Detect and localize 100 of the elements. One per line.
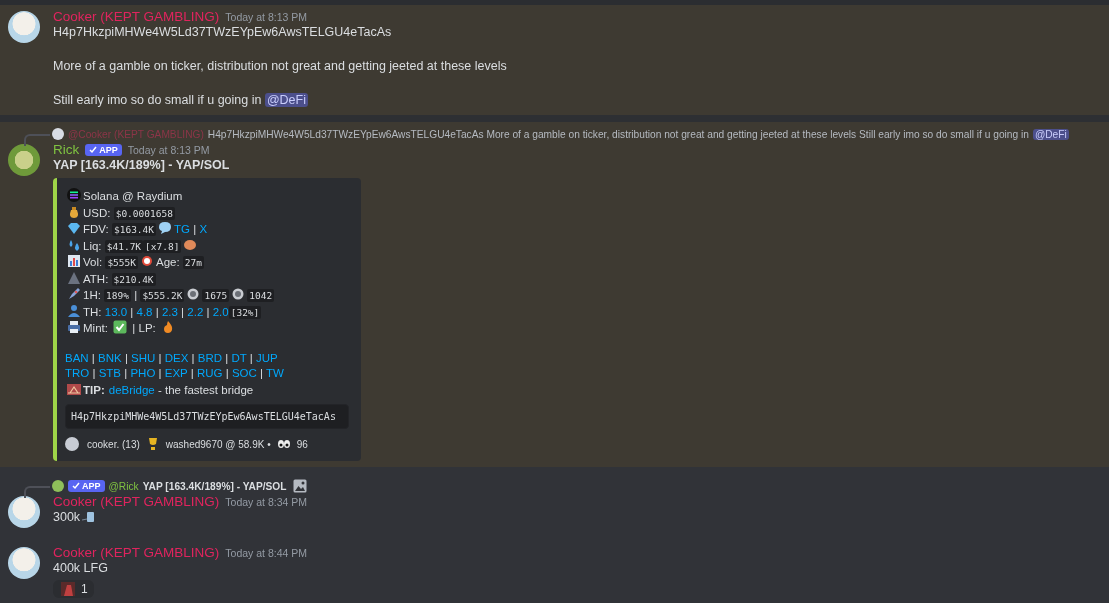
mention-link[interactable]: @DeFi bbox=[1032, 128, 1069, 140]
check-icon bbox=[113, 320, 128, 334]
message-text: Solana @ Raydium bbox=[83, 190, 183, 202]
message-title: TIP: bbox=[83, 383, 105, 396]
message-text: - the fastest bridge bbox=[156, 383, 254, 396]
link[interactable]: deBridge bbox=[108, 383, 155, 396]
link[interactable]: DEX bbox=[164, 351, 189, 364]
message-text: Mint: bbox=[83, 322, 109, 334]
coin-icon bbox=[186, 287, 201, 301]
inline-code: 27m bbox=[182, 256, 205, 269]
message-text: | bbox=[133, 289, 139, 301]
inline-code: $163.4K bbox=[111, 223, 156, 236]
link[interactable]: 2.3 bbox=[161, 305, 178, 318]
avatar-icon bbox=[52, 480, 64, 492]
timestamp: Today at 8:44 PM bbox=[225, 547, 307, 559]
image-icon bbox=[292, 479, 307, 493]
inline-code: $41.7K bbox=[104, 239, 144, 253]
message-text: | bbox=[91, 367, 97, 379]
timestamp: Today at 8:13 PM bbox=[225, 11, 307, 23]
coin-icon bbox=[231, 287, 246, 301]
avatar-icon[interactable] bbox=[8, 144, 40, 176]
inline-code: 1675 bbox=[202, 289, 230, 302]
message-text: | bbox=[259, 367, 264, 379]
inline-code: $555.2K bbox=[140, 289, 185, 302]
inline-code: [32%] bbox=[228, 305, 262, 319]
reply-text[interactable]: YAP [163.4K/189%] - YAP/SOL bbox=[142, 480, 287, 492]
message-text: More of a gamble on ticker, distribution not great and getting jeeted at these levels bbox=[53, 59, 507, 73]
author-name[interactable]: Rick bbox=[53, 142, 80, 157]
message-title: YAP [163.4K/189%] - YAP/SOL bbox=[53, 158, 230, 172]
author-name[interactable]: Cooker (KEPT GAMBLING) bbox=[53, 545, 220, 560]
app-badge: APP bbox=[68, 480, 105, 492]
timestamp: Today at 8:13 PM bbox=[127, 144, 210, 156]
message-text: | bbox=[224, 351, 230, 364]
message-text: | bbox=[192, 223, 198, 235]
link[interactable]: 4.8 bbox=[136, 305, 153, 318]
reply-author[interactable]: @Rick bbox=[108, 480, 139, 492]
money-bag-icon bbox=[67, 204, 81, 219]
message-text: | bbox=[123, 351, 129, 364]
avatar-icon bbox=[65, 437, 79, 451]
link[interactable]: 2.0 bbox=[212, 305, 229, 318]
link[interactable]: 2.2 bbox=[187, 305, 204, 318]
footer-text: washed9670 @ 58.9K • bbox=[165, 438, 271, 450]
message-text: | bbox=[154, 305, 160, 318]
app-badge: APP bbox=[85, 143, 122, 156]
beer-mug-icon bbox=[82, 509, 97, 523]
eyes-icon bbox=[276, 437, 291, 451]
link[interactable]: BAN bbox=[65, 351, 89, 364]
link[interactable]: 13.0 bbox=[104, 305, 128, 318]
message-text: | bbox=[123, 367, 129, 379]
timestamp: Today at 8:34 PM bbox=[225, 496, 307, 508]
link[interactable]: BNK bbox=[98, 351, 122, 364]
link[interactable]: EXP bbox=[164, 367, 188, 379]
link[interactable]: SHU bbox=[131, 351, 156, 364]
message-text: FDV: bbox=[83, 223, 110, 235]
footer-text: cooker. (13) bbox=[87, 438, 140, 450]
link[interactable]: TW bbox=[266, 367, 284, 379]
link[interactable]: DT bbox=[231, 351, 247, 364]
message-text: H4p7HkzpiMHWe4W5Ld37TWzEYpEw6AwsTELGU4eTacAs bbox=[53, 25, 392, 39]
gem-icon bbox=[67, 221, 81, 235]
person-icon bbox=[67, 303, 81, 318]
message-text: | LP: bbox=[131, 322, 157, 334]
message-text: | bbox=[180, 305, 186, 318]
link[interactable]: TRO bbox=[65, 367, 90, 379]
reaction-button[interactable]: 1 bbox=[53, 580, 94, 598]
message-text: ATH: bbox=[83, 272, 110, 285]
link[interactable]: TG bbox=[174, 223, 190, 235]
avatar-icon[interactable] bbox=[8, 11, 40, 43]
avatar-icon bbox=[52, 128, 64, 140]
message-text: USD: bbox=[83, 206, 112, 219]
message-text: Still early imo so do small if u going in bbox=[53, 93, 263, 107]
link[interactable]: STB bbox=[98, 367, 122, 379]
inline-code: 1042 bbox=[247, 289, 275, 302]
message-text: | bbox=[189, 367, 195, 379]
message-text: Age: bbox=[156, 256, 181, 268]
link[interactable]: X bbox=[199, 223, 208, 235]
link[interactable]: PHO bbox=[130, 367, 156, 379]
footer-text: 96 bbox=[296, 438, 308, 450]
inline-code: 189% bbox=[104, 289, 131, 302]
reply-text[interactable]: H4p7HkzpiMHWe4W5Ld37TWzEYpEw6AwsTELGU4eTacAs More of a gamble on ticker, distribution not great and getting jeeted at these levels Still early imo so do small if u going in bbox=[207, 128, 1029, 140]
message-text: Liq: bbox=[83, 239, 103, 252]
link[interactable]: JUP bbox=[256, 351, 278, 364]
message-text: TH: bbox=[83, 305, 103, 318]
inline-code: $0.0001658 bbox=[113, 206, 175, 220]
speech-bubble-icon bbox=[158, 221, 172, 235]
message-text: 300k bbox=[53, 510, 81, 524]
link[interactable]: RUG bbox=[196, 367, 223, 379]
author-name[interactable]: Cooker (KEPT GAMBLING) bbox=[53, 494, 220, 509]
link[interactable]: SOC bbox=[231, 367, 257, 379]
bar-chart-icon bbox=[67, 254, 81, 268]
alarm-clock-icon bbox=[140, 254, 154, 268]
message-text: | bbox=[90, 351, 96, 364]
message-text: | bbox=[205, 305, 211, 318]
message-text: | bbox=[129, 305, 135, 318]
avatar-icon[interactable] bbox=[8, 547, 40, 579]
avatar-icon[interactable] bbox=[8, 496, 40, 528]
message-text: | bbox=[248, 351, 254, 364]
link[interactable]: BRD bbox=[197, 351, 223, 364]
message-text: 400k LFG bbox=[53, 561, 108, 575]
mountain-icon bbox=[67, 270, 81, 285]
mention-link[interactable]: @DeFi bbox=[264, 93, 308, 107]
